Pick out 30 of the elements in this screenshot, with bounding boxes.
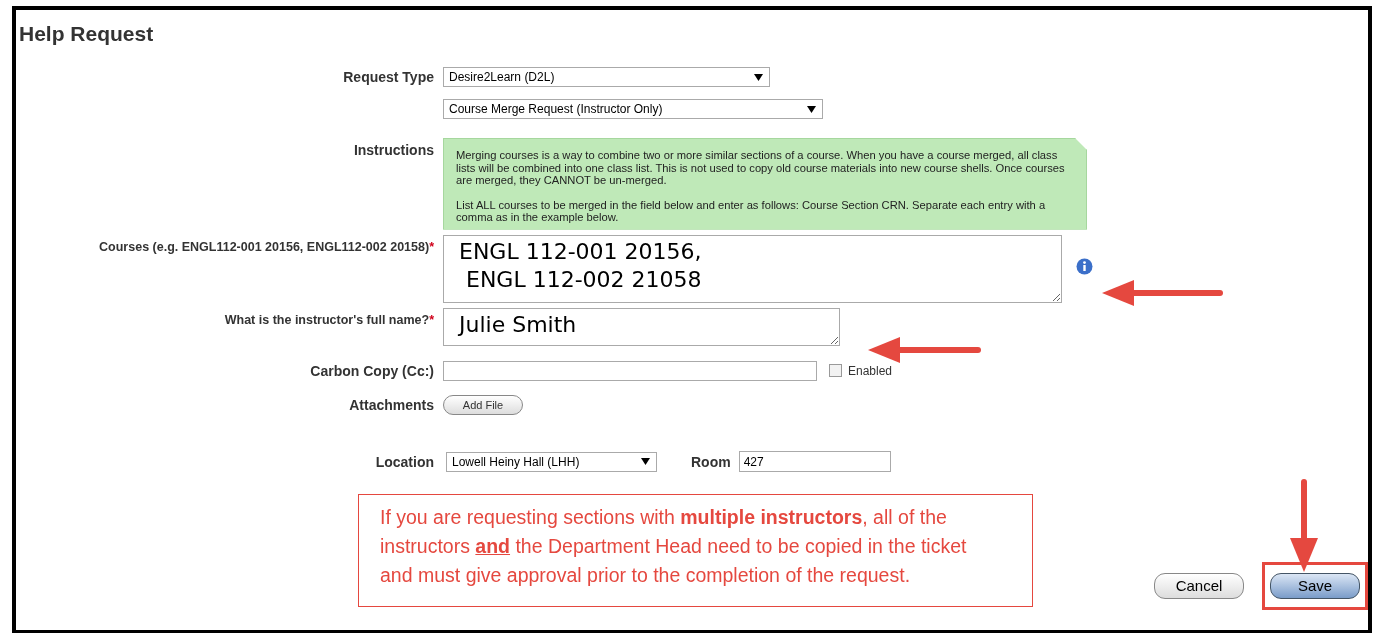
field-label: Room [691, 452, 731, 472]
select-field[interactable]: Course Merge Request (Instructor Only) [443, 99, 823, 119]
field-label: Courses (e.g. ENGL112-001 20156, ENGL112-002 20158)* [99, 238, 434, 256]
field-label: What is the instructor's full name?* [224, 311, 434, 329]
caret-icon [641, 458, 650, 465]
callout-note: If you are requesting sections with multiple instructors, all of the instructors and the Department Head need to be copied in the ticket and must give approval prior to the completion of the request. [358, 493, 1033, 607]
field-label: Request Type [343, 68, 434, 87]
checkbox-label: Enabled [848, 363, 893, 378]
select-field[interactable]: Lowell Heiny Hall (LHH) [446, 451, 657, 472]
field-label: Carbon Copy (Cc:) [310, 361, 434, 381]
checkbox[interactable] [829, 364, 842, 377]
page-title: Help Request [19, 22, 155, 46]
field-label: Attachments [349, 395, 434, 415]
field-label: Instructions [353, 141, 434, 160]
courses-field[interactable]: ENGL 112-001 20156, ENGL 112-002 21058 [443, 234, 1062, 303]
name-field[interactable]: Julie Smith [443, 307, 840, 346]
caret-icon [807, 105, 816, 113]
field-label: Location [374, 452, 434, 472]
cc-field[interactable] [443, 360, 817, 381]
instructions-text: Merging courses is a way to combine two or more similar sections of a course. When you have a course merged, all class lists will be combined into one class list. This is not used to copy old course materials into new course shells. Once courses are merged, they CANNOT be un-merged. [456, 149, 1066, 187]
add-file-button[interactable]: Add File [443, 394, 523, 415]
info-icon[interactable] [1076, 257, 1093, 275]
caret-icon [754, 73, 763, 81]
arrow-icon [866, 335, 982, 365]
save-button[interactable]: Save [1270, 572, 1360, 599]
arrow-icon [1100, 278, 1224, 308]
instructions-text: List ALL courses to be merged in the field below and enter as follows: Course Section CRN. Separate each entry with a comma as in the example below. [456, 198, 1047, 224]
cancel-button[interactable]: Cancel [1154, 572, 1244, 599]
select-field[interactable]: Desire2Learn (D2L) [443, 67, 770, 87]
room-field[interactable]: 427 [738, 451, 891, 472]
